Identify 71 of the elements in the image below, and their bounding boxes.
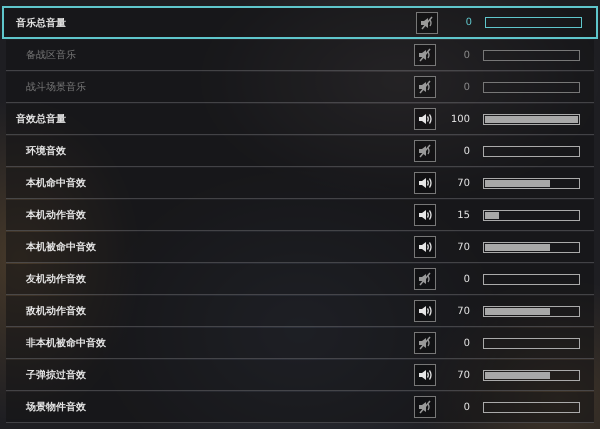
muted-speaker-icon [417,271,433,287]
speaker-icon [417,367,433,383]
mute-toggle[interactable] [416,12,438,34]
setting-label: 本机动作音效 [24,208,87,222]
speaker-icon [417,207,433,223]
muted-speaker-icon [419,14,435,30]
setting-label: 备战区音乐 [25,48,77,62]
setting-label: 敌机动作音效 [25,304,87,318]
setting-row[interactable]: 场景物件音效 0 [6,392,594,423]
setting-row[interactable]: 音乐总音量 0 [2,6,598,39]
setting-row[interactable]: 本机动作音效 15 [6,200,594,231]
volume-value: 70 [456,178,470,188]
volume-slider[interactable] [483,338,580,348]
setting-label: 本机命中音效 [24,176,87,190]
mute-toggle[interactable] [414,236,436,258]
muted-speaker-icon [417,399,433,415]
setting-label: 子弹掠过音效 [25,368,87,382]
setting-label: 非本机被命中音效 [25,336,107,350]
setting-row[interactable]: 环境音效 0 [6,136,594,167]
volume-value: 15 [456,210,470,220]
mute-toggle[interactable] [414,172,436,194]
setting-row[interactable]: 音效总音量 100 [6,104,594,135]
volume-slider[interactable] [483,210,580,220]
mute-toggle[interactable] [414,268,436,290]
setting-row[interactable]: 敌机动作音效 70 [6,296,594,327]
volume-slider[interactable] [483,370,580,380]
mute-toggle[interactable] [414,364,436,386]
muted-speaker-icon [417,335,433,351]
mute-toggle[interactable] [414,140,436,162]
volume-value: 0 [462,338,470,348]
volume-value: 100 [450,114,470,124]
setting-label: 音乐总音量 [15,16,67,30]
setting-row[interactable]: 本机命中音效 70 [6,168,594,199]
setting-label: 音效总音量 [15,112,67,126]
volume-value: 0 [462,274,470,284]
volume-value: 70 [456,306,470,316]
volume-value: 0 [464,17,472,28]
mute-toggle[interactable] [414,204,436,226]
setting-row[interactable]: 本机被命中音效 70 [6,232,594,263]
speaker-icon [417,111,433,127]
volume-value: 0 [462,82,470,92]
setting-label: 友机动作音效 [24,272,87,286]
mute-toggle[interactable] [414,396,436,418]
setting-row[interactable]: 非本机被命中音效 0 [6,328,594,359]
volume-value: 70 [456,370,470,380]
setting-label: 环境音效 [24,144,67,158]
setting-row[interactable]: 子弹掠过音效 70 [6,360,594,391]
volume-slider[interactable] [483,242,580,252]
volume-value: 0 [462,402,470,412]
mute-toggle[interactable] [414,332,436,354]
setting-label: 本机被命中音效 [24,240,97,254]
volume-slider[interactable] [483,178,580,188]
muted-speaker-icon [417,47,433,63]
volume-value: 70 [456,242,470,252]
volume-slider[interactable] [485,17,582,28]
speaker-icon [417,239,433,255]
volume-value: 0 [462,146,470,156]
muted-speaker-icon [417,79,433,95]
setting-row[interactable]: 友机动作音效 0 [6,264,594,295]
setting-label: 场景物件音效 [24,400,87,414]
speaker-icon [417,175,433,191]
volume-slider[interactable] [483,146,580,156]
volume-value: 0 [462,50,470,60]
muted-speaker-icon [417,143,433,159]
speaker-icon [417,303,433,319]
setting-label: 战斗场景音乐 [25,80,87,94]
mute-toggle[interactable] [414,300,436,322]
volume-slider[interactable] [483,274,580,284]
volume-slider[interactable] [483,402,580,412]
volume-slider[interactable] [483,306,580,316]
mute-toggle[interactable] [414,108,436,130]
